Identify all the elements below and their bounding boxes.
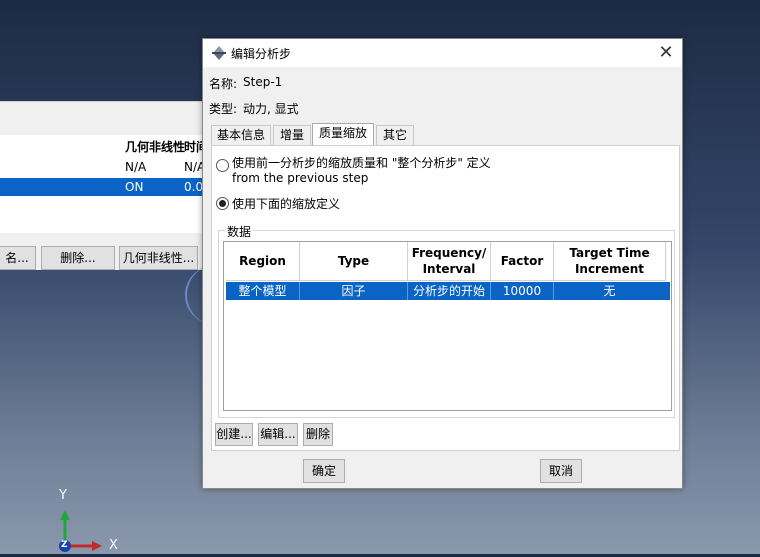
axis-x-label: X: [109, 538, 118, 553]
cell-target-time: 无: [603, 284, 616, 298]
col-header-region: Region: [226, 242, 300, 281]
table-row[interactable]: 整个模型 因子 分析步的开始 10000 无: [226, 282, 670, 300]
name-value: Step-1: [243, 75, 283, 89]
option-use-definitions: 使用下面的缩放定义: [232, 197, 341, 211]
option-previous-line1: 使用前一分析步的缩放质量和 "整个分析步" 定义: [232, 156, 491, 170]
cell-nlgeom-1: N/A: [125, 160, 147, 174]
data-group: 数据 Region Type Frequency/Interval Factor…: [218, 223, 675, 418]
rename-button[interactable]: 名...: [0, 246, 36, 270]
dialog-titlebar[interactable]: 编辑分析步 ✕: [203, 39, 682, 67]
tab-mass-scaling[interactable]: 质量缩放: [312, 123, 374, 145]
axis-z-label: Z: [61, 540, 68, 550]
col-header-nlgeom: 几何非线性: [125, 140, 186, 154]
tab-basic[interactable]: 基本信息: [211, 125, 271, 145]
edit-step-dialog: 编辑分析步 ✕ 名称: Step-1 类型: 动力, 显式 基本信息 增量 质量…: [202, 38, 683, 489]
cell-factor: 10000: [491, 282, 554, 300]
table-row-selected[interactable]: [0, 178, 207, 196]
mass-scaling-panel: 使用前一分析步的缩放质量和 "整个分析步" 定义 from the previo…: [211, 145, 680, 451]
type-label: 类型:: [209, 102, 238, 116]
name-label: 名称:: [209, 77, 238, 91]
cancel-button[interactable]: 取消: [540, 459, 582, 483]
radio-use-definitions[interactable]: [216, 197, 229, 210]
delete-step-button[interactable]: 删除...: [41, 246, 115, 270]
cell-nlgeom-2: ON: [125, 180, 144, 194]
axis-y-label: Y: [59, 488, 67, 503]
cell-type: 因子: [300, 282, 408, 300]
close-icon[interactable]: ✕: [654, 41, 678, 65]
tab-incrementation[interactable]: 增量: [273, 125, 311, 145]
step-manager-window: 几何非线性 时间 N/A N/A ON 0.0 名... 删除... 几何非线性…: [0, 101, 208, 270]
col-header-type: Type: [300, 242, 408, 281]
col-header-target-time: Target Time Increment: [554, 242, 666, 281]
cell-time-2: 0.0: [184, 180, 204, 194]
tab-other[interactable]: 其它: [376, 125, 414, 145]
radio-previous-step[interactable]: [216, 159, 229, 172]
edit-button[interactable]: 编辑...: [258, 423, 298, 446]
cell-region: 整个模型: [226, 282, 300, 300]
scaling-table: Region Type Frequency/Interval Factor Ta…: [223, 241, 672, 411]
col-header-factor: Factor: [491, 242, 554, 281]
delete-button[interactable]: 删除: [303, 423, 333, 446]
type-value: 动力, 显式: [243, 102, 299, 116]
create-button[interactable]: 创建...: [215, 423, 253, 446]
abaqus-icon: [211, 45, 227, 61]
data-group-title: 数据: [225, 223, 254, 240]
option-previous-line2: from the previous step: [232, 171, 369, 185]
coordinate-triad: Y X Z: [50, 488, 130, 554]
col-header-frequency: Frequency/Interval: [408, 242, 491, 281]
dialog-title: 编辑分析步: [231, 47, 292, 61]
cell-frequency: 分析步的开始: [408, 282, 491, 300]
nlgeom-button[interactable]: 几何非线性...: [119, 246, 198, 270]
ok-button[interactable]: 确定: [303, 459, 345, 483]
